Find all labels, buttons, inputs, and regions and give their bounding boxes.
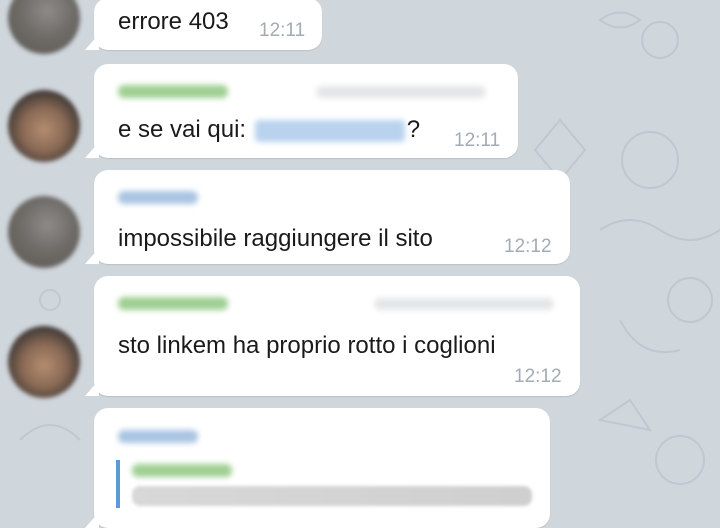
message-timestamp: 12:11: [454, 130, 501, 151]
forwarded-label: [374, 298, 554, 310]
sender-name[interactable]: [118, 430, 198, 443]
reply-quote-bar: [116, 460, 120, 508]
message-bubble[interactable]: impossibile raggiungere il sito 12:12: [94, 170, 570, 264]
message-text-suffix: ?: [406, 116, 421, 143]
message-timestamp: 12:11: [259, 20, 306, 41]
avatar[interactable]: [8, 90, 80, 162]
message-bubble[interactable]: errore 403 12:11: [94, 0, 322, 50]
sender-name[interactable]: [118, 297, 228, 310]
message-bubble[interactable]: sto linkem ha proprio rotto i coglioni 1…: [94, 276, 580, 396]
sender-name[interactable]: [118, 191, 198, 204]
message-timestamp: 12:12: [504, 236, 552, 257]
avatar[interactable]: [8, 326, 80, 398]
message-text: impossibile raggiungere il sito: [118, 225, 433, 252]
message-text: e se vai qui: ?: [118, 116, 420, 144]
reply-quote-sender: [132, 464, 232, 477]
message-text: errore 403: [118, 8, 229, 35]
sender-name[interactable]: [118, 85, 228, 98]
reply-quote-text: [132, 486, 532, 506]
avatar[interactable]: [8, 196, 80, 268]
message-text-prefix: e se vai qui:: [118, 116, 253, 143]
message-bubble[interactable]: [94, 408, 550, 528]
message-bubble[interactable]: e se vai qui: ? 12:11: [94, 64, 518, 158]
message-timestamp: 12:12: [514, 366, 562, 387]
message-link[interactable]: [254, 119, 405, 142]
forwarded-label: [316, 86, 486, 98]
message-text: sto linkem ha proprio rotto i coglioni: [118, 332, 496, 359]
